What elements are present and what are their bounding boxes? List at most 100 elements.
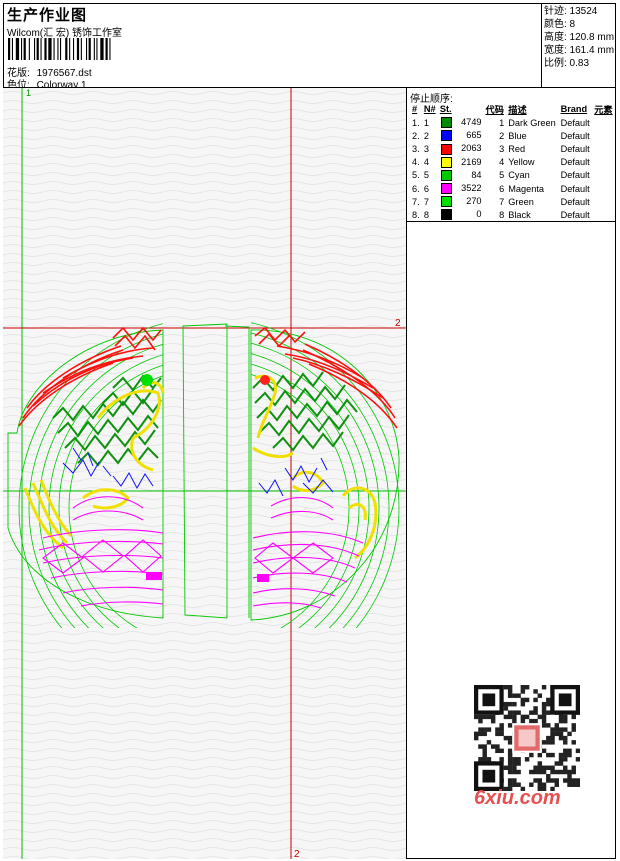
guide-label-top: 1 — [26, 88, 31, 98]
col-stitches: St. — [439, 104, 452, 114]
cell-code: 1 — [499, 117, 505, 128]
cell-brand: Default — [560, 130, 590, 141]
site-watermark: 6xiu.com — [474, 787, 561, 809]
cell-description: Magenta — [508, 183, 545, 194]
cell-index: 1. — [412, 117, 420, 128]
cell-index: 3. — [412, 143, 420, 154]
cell-element — [592, 116, 615, 129]
production-worksheet: 生产作业图 Wilcom(汇 宏) 锈饰工作室 花版: 1976567.dst … — [0, 0, 620, 861]
page-title: 生产作业图 — [7, 7, 88, 24]
barcode-image — [8, 38, 111, 60]
cell-stitches: 3522 — [438, 182, 484, 195]
color-swatch — [440, 117, 452, 129]
cell-stitches: 4749 — [438, 116, 484, 129]
cell-code: 8 — [499, 209, 505, 220]
cell-brand: Default — [560, 143, 590, 154]
table-header-row: # N# St. 代码 描述 Brand 元素 — [410, 102, 615, 116]
cell-code: 4 — [499, 157, 505, 168]
color-swatch — [440, 196, 452, 208]
col-code: 代码 — [485, 105, 504, 115]
table-row: 3. 3 2063 3 Red Default — [410, 142, 615, 155]
cell-element — [592, 169, 615, 182]
cell-needle: 3 — [423, 143, 429, 154]
bird-eye-left — [141, 374, 153, 386]
cell-brand: Default — [560, 117, 590, 128]
col-needle: N# — [423, 104, 436, 114]
stitch-count: 针迹: 13524 — [544, 6, 598, 17]
cell-stitches: 2063 — [438, 142, 484, 155]
color-count: 颜色: 8 — [544, 19, 576, 30]
fabric-texture — [3, 88, 406, 859]
cell-code: 5 — [499, 170, 505, 181]
header: 生产作业图 Wilcom(汇 宏) 锈饰工作室 花版: 1976567.dst … — [3, 3, 616, 91]
col-brand: Brand — [560, 104, 588, 114]
cell-description: Yellow — [508, 157, 535, 168]
cell-code: 2 — [499, 130, 505, 141]
cell-element — [592, 195, 615, 208]
cell-element — [592, 182, 615, 195]
color-swatch — [440, 183, 452, 195]
cell-needle: 4 — [423, 157, 429, 168]
design-width: 宽度: 161.4 mm — [544, 45, 615, 56]
qr-code-image — [474, 685, 580, 791]
cell-index: 8. — [412, 209, 420, 220]
col-element: 元素 — [594, 105, 613, 115]
cell-code: 6 — [499, 183, 505, 194]
table-row: 4. 4 2169 4 Yellow Default — [410, 156, 615, 169]
cell-element — [592, 156, 615, 169]
turtle-head — [257, 574, 269, 582]
table-row: 5. 5 84 5 Cyan Default — [410, 169, 615, 182]
table-row: 2. 2 665 2 Blue Default — [410, 129, 615, 142]
stitch-value: 4749 — [461, 117, 482, 128]
cell-element — [592, 142, 615, 155]
cell-stitches: 2169 — [438, 156, 484, 169]
cell-brand: Default — [560, 209, 590, 220]
table-row: 6. 6 3522 6 Magenta Default — [410, 182, 615, 195]
color-swatch — [440, 156, 452, 168]
cell-index: 4. — [412, 157, 420, 168]
cell-stitches: 270 — [438, 195, 484, 208]
cell-element — [592, 129, 615, 142]
color-swatch — [440, 209, 452, 221]
stitch-value: 2169 — [461, 156, 482, 167]
guide-label-bottom: 2 — [294, 849, 300, 859]
color-swatch — [440, 143, 452, 155]
cell-brand: Default — [560, 183, 590, 194]
cell-description: Dark Green — [508, 117, 556, 128]
color-swatch — [440, 130, 452, 142]
cell-brand: Default — [560, 170, 590, 181]
software-subtitle: Wilcom(汇 宏) 锈饰工作室 — [7, 28, 122, 39]
cell-index: 5. — [412, 170, 420, 181]
stitch-value: 2063 — [461, 143, 482, 154]
cell-index: 6. — [412, 183, 420, 194]
cell-stitches: 0 — [438, 208, 484, 221]
color-swatch — [440, 169, 452, 181]
stitch-value: 665 — [466, 130, 482, 141]
stitch-value: 84 — [471, 169, 482, 180]
cell-brand: Default — [560, 196, 590, 207]
stitch-value: 270 — [466, 196, 482, 207]
embroidery-drawing: 1 2 2 — [3, 88, 406, 859]
table-row: 7. 7 270 7 Green Default — [410, 195, 615, 208]
guide-label-right: 2 — [395, 318, 401, 329]
color-sequence-table: # N# St. 代码 描述 Brand 元素 1. 1 4749 1 Dark Gre… — [410, 102, 615, 222]
cell-stitches: 84 — [438, 169, 484, 182]
cell-needle: 2 — [423, 130, 429, 141]
cell-brand: Default — [560, 157, 590, 168]
design-stats: 针迹: 13524 颜色: 8 高度: 120.8 mm 宽度: 161.4 m… — [541, 3, 616, 87]
cell-description: Green — [508, 196, 534, 207]
col-index: # — [412, 104, 418, 114]
cell-description: Black — [508, 209, 531, 220]
cell-code: 3 — [499, 143, 505, 154]
cell-code: 7 — [499, 196, 505, 207]
table-row: 8. 8 0 8 Black Default — [410, 208, 615, 221]
bird-eye-right — [260, 375, 270, 385]
table-row: 1. 1 4749 1 Dark Green Default — [410, 116, 615, 129]
cell-index: 7. — [412, 196, 420, 207]
stitch-value: 0 — [476, 209, 482, 220]
design-preview: 1 2 2 — [3, 88, 407, 859]
cell-description: Blue — [508, 130, 527, 141]
cell-stitches: 665 — [438, 129, 484, 142]
cell-description: Cyan — [508, 170, 530, 181]
design-scale: 比例: 0.83 — [544, 58, 590, 69]
